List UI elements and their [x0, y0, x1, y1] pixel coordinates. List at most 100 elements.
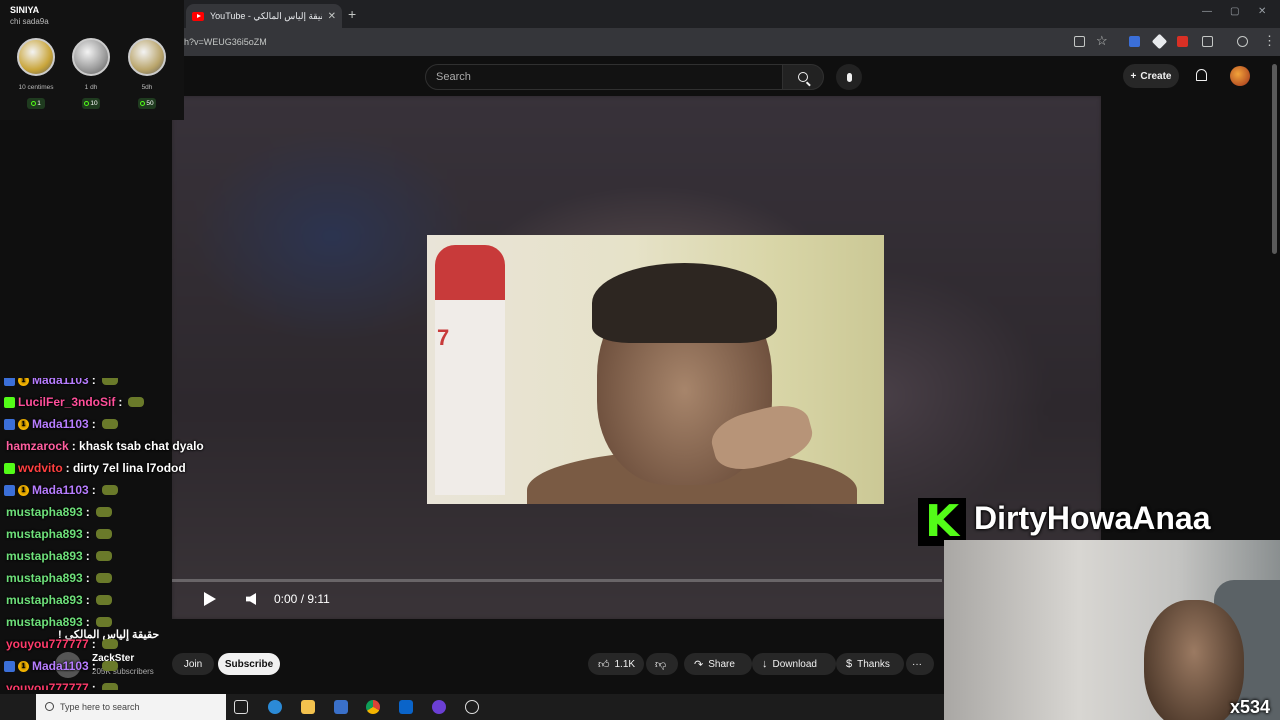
chat-username[interactable]: LucilFer_3ndoSif: [18, 395, 115, 409]
chat-emote-icon: [101, 485, 118, 495]
maximize-icon[interactable]: ▢: [1230, 6, 1239, 17]
obs-icon[interactable]: [432, 700, 446, 714]
browser-menu-icon[interactable]: ⋮: [1263, 33, 1276, 49]
chat-username[interactable]: hamzarock: [6, 439, 69, 453]
chat-emote-icon: [95, 573, 112, 583]
youtube-header: Search + Create: [0, 56, 1280, 96]
jersey-number: 7: [437, 325, 450, 350]
like-button[interactable]: 👍︎ 1.1K: [588, 653, 644, 675]
coin-icon[interactable]: [72, 38, 110, 76]
extension-diamond-icon[interactable]: [1151, 33, 1168, 50]
chat-message: 1 Mada1103:: [4, 656, 118, 676]
extension-red-icon[interactable]: [1177, 36, 1188, 47]
chat-text: :: [85, 505, 90, 519]
microphone-icon: [846, 72, 852, 82]
moderator-badge-icon: [4, 378, 15, 386]
close-window-icon[interactable]: ✕: [1258, 6, 1266, 17]
chat-username[interactable]: youyou777777: [6, 681, 89, 690]
page-scrollbar[interactable]: [1272, 64, 1277, 254]
kick-logo: K: [918, 498, 966, 546]
chat-username[interactable]: mustapha893: [6, 615, 83, 629]
chat-username[interactable]: mustapha893: [6, 505, 83, 519]
taskbar-search-input[interactable]: Type here to search: [36, 694, 226, 720]
voice-search-button[interactable]: [836, 64, 862, 90]
chat-message: youyou777777:: [6, 634, 118, 654]
browser-tab-youtube[interactable]: YouTube - حقيقة إلياس المالكي ! ✕: [186, 4, 342, 28]
chat-username[interactable]: youyou777777: [6, 637, 89, 651]
chat-message: 1 Mada1103:: [4, 480, 118, 500]
chat-username[interactable]: mustapha893: [6, 593, 83, 607]
chat-emote-icon: [101, 378, 118, 385]
coin-icon[interactable]: [128, 38, 166, 76]
coin-label: 5dh: [141, 84, 153, 91]
coin-count-value: 10: [90, 100, 98, 107]
chat-text: :: [91, 417, 96, 431]
chat-text: :: [85, 527, 90, 541]
coin-count-badge: 50: [138, 98, 156, 109]
store-icon[interactable]: [334, 700, 348, 714]
chat-username[interactable]: Mada1103: [32, 483, 89, 497]
chat-emote-icon: [95, 551, 112, 561]
profile-icon[interactable]: [1237, 36, 1248, 47]
bookmark-star-icon[interactable]: ☆: [1096, 33, 1108, 49]
video-progress-bar[interactable]: [172, 579, 942, 582]
share-button[interactable]: ↷ Share: [684, 653, 752, 675]
dislike-button[interactable]: 👎︎: [646, 653, 678, 675]
notifications-bell-icon[interactable]: [1196, 69, 1207, 81]
gifter-badge-icon: 1: [18, 378, 29, 386]
streamer-name: DirtyHowaAnaa: [974, 500, 1211, 536]
minimize-icon[interactable]: —: [1202, 6, 1212, 17]
chat-emote-icon: [101, 639, 118, 649]
task-view-icon[interactable]: [234, 700, 248, 714]
browser-tab-strip: YouTube - حقيقة إلياس المالكي ! ✕ + — ▢ …: [0, 0, 1280, 28]
search-input[interactable]: Search: [425, 64, 783, 90]
chat-message: wvdvito: dirty 7el lina l7odod: [4, 458, 186, 478]
coin-panel-subtitle: chi sada9a: [10, 17, 49, 26]
gifter-badge-icon: 1: [18, 418, 29, 430]
chrome-icon[interactable]: [366, 700, 380, 714]
windows-taskbar: Type here to search: [0, 694, 944, 720]
chat-text: :: [91, 637, 96, 651]
moderator-badge-icon: [4, 418, 15, 430]
tab-close-icon[interactable]: ✕: [328, 11, 336, 22]
chat-text: :: [85, 571, 90, 585]
chat-emote-icon: [95, 507, 112, 517]
chat-username[interactable]: Mada1103: [32, 659, 89, 673]
moderator-badge-icon: [4, 660, 15, 672]
create-button[interactable]: + Create: [1123, 64, 1179, 88]
chat-username[interactable]: mustapha893: [6, 571, 83, 585]
time-display: 0:00 / 9:11: [274, 592, 330, 606]
search-button[interactable]: [782, 64, 824, 90]
chat-username[interactable]: Mada1103: [32, 378, 89, 387]
file-explorer-icon[interactable]: [301, 700, 315, 714]
chat-text: :: [118, 395, 123, 409]
more-actions-button[interactable]: ···: [906, 653, 934, 675]
multiplier-badge: x534: [1230, 697, 1271, 717]
chat-message: mustapha893:: [6, 546, 112, 566]
chat-username[interactable]: Mada1103: [32, 417, 89, 431]
coin-label: 10 centimes: [18, 84, 54, 91]
coin-icon[interactable]: [17, 38, 55, 76]
chat-username[interactable]: wvdvito: [18, 461, 63, 475]
edge-icon[interactable]: [268, 700, 282, 714]
download-button[interactable]: ↓ Download: [752, 653, 836, 675]
chat-text: :: [91, 378, 96, 387]
chat-text: : dirty 7el lina l7odod: [65, 461, 186, 475]
thanks-button[interactable]: $ Thanks: [836, 653, 904, 675]
thanks-icon: $: [846, 658, 853, 670]
app-icon[interactable]: [465, 700, 479, 714]
new-tab-button[interactable]: +: [348, 6, 356, 22]
outlook-icon[interactable]: [399, 700, 413, 714]
extensions-puzzle-icon[interactable]: [1202, 36, 1213, 47]
chat-username[interactable]: mustapha893: [6, 527, 83, 541]
account-avatar[interactable]: [1230, 66, 1250, 86]
url-field[interactable]: h?v=WEUG36i5oZM: [184, 37, 267, 47]
cast-icon[interactable]: [1074, 36, 1085, 47]
chat-username[interactable]: mustapha893: [6, 549, 83, 563]
chat-message: youyou777777:: [6, 678, 118, 690]
translate-extension-icon[interactable]: [1129, 36, 1140, 47]
coin-label: 1 dh: [84, 84, 98, 91]
download-label: Download: [772, 658, 817, 670]
kick-coin-icon: [31, 101, 37, 106]
subscriber-badge-icon: [4, 396, 15, 408]
